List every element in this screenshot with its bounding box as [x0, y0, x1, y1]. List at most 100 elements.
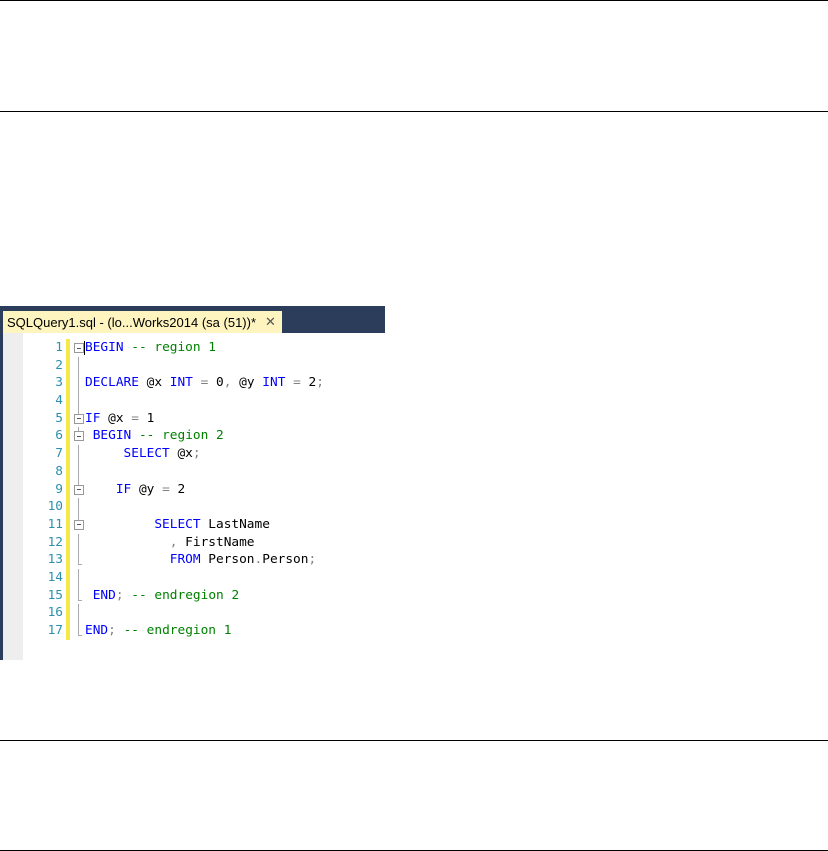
- code-line: 2: [23, 356, 385, 375]
- collapse-region-icon[interactable]: [74, 515, 85, 534]
- change-indicator: [66, 622, 70, 640]
- outline-guide: [74, 604, 85, 622]
- change-indicator: [66, 480, 70, 499]
- keyword-token: INT: [262, 375, 286, 391]
- line-number: 11: [47, 516, 63, 532]
- code-token: 1: [146, 410, 155, 426]
- collapse-region-icon[interactable]: [74, 427, 85, 445]
- collapse-region-icon[interactable]: [74, 409, 85, 428]
- code-token: 2: [177, 481, 186, 497]
- code-token: ;: [115, 587, 124, 603]
- code-token: ,: [169, 534, 186, 550]
- line-number: 8: [55, 463, 63, 479]
- change-indicator: [66, 498, 70, 516]
- code-token: Person: [200, 552, 255, 568]
- keyword-token: SELECT: [123, 446, 170, 462]
- change-indicator: [66, 356, 70, 375]
- code-line: 6 BEGIN -- region 2: [23, 427, 385, 446]
- code-token: =: [131, 410, 147, 426]
- keyword-token: SELECT: [154, 516, 201, 532]
- change-indicator: [66, 392, 70, 410]
- code-line: 15 END; -- endregion 2: [23, 586, 385, 605]
- code-text: , FirstName: [85, 534, 255, 552]
- code-line: 1 BEGIN -- region 1: [23, 339, 385, 357]
- change-indicator: [66, 533, 70, 552]
- outline-guide: [74, 622, 85, 640]
- change-indicator: [66, 604, 70, 622]
- code-token: @x: [169, 446, 193, 462]
- text-cursor: [84, 341, 85, 355]
- line-number: 4: [55, 393, 63, 409]
- outline-guide: [74, 498, 85, 516]
- code-token: =: [285, 375, 309, 391]
- code-text: SELECT @x;: [85, 445, 201, 463]
- line-number: 9: [55, 481, 63, 497]
- change-indicator: [66, 339, 70, 357]
- divider: [0, 111, 828, 112]
- change-indicator: [66, 462, 70, 481]
- document-tab[interactable]: SQLQuery1.sql - (lo...Works2014 (sa (51)…: [3, 311, 282, 333]
- keyword-token: DECLARE: [85, 375, 139, 391]
- code-token: =: [192, 375, 217, 391]
- line-number: 5: [55, 410, 63, 426]
- line-number: 14: [47, 569, 63, 585]
- outline-guide: [74, 462, 85, 481]
- line-number: 15: [47, 587, 63, 603]
- code-line: 3 DECLARE @x INT = 0, @y INT = 2;: [23, 374, 385, 393]
- close-icon[interactable]: ✕: [265, 314, 276, 330]
- outline-guide: [74, 586, 85, 605]
- line-number: 16: [47, 605, 63, 621]
- code-token: FirstName: [185, 534, 255, 550]
- code-line: 8: [23, 462, 385, 481]
- outline-guide: [74, 356, 85, 375]
- keyword-token: INT: [169, 375, 193, 391]
- code-token: ;: [192, 446, 201, 462]
- code-line: 12 , FirstName: [23, 533, 385, 552]
- code-text: BEGIN -- region 1: [85, 339, 216, 357]
- keyword-token: END: [92, 587, 116, 603]
- comment-token: -- endregion 1: [123, 623, 232, 638]
- change-indicator: [66, 427, 70, 446]
- tab-title: SQLQuery1.sql - (lo...Works2014 (sa (51)…: [7, 314, 257, 330]
- change-indicator: [66, 551, 70, 569]
- code-token: @y: [239, 375, 263, 391]
- code-token: Person: [262, 552, 309, 568]
- code-line: 9 IF @y = 2: [23, 480, 385, 499]
- line-number: 6: [55, 428, 63, 444]
- code-token: ;: [108, 623, 116, 638]
- code-line: 5 IF @x = 1: [23, 409, 385, 428]
- code-line: 4: [23, 392, 385, 410]
- outline-guide: [74, 568, 85, 587]
- glyph-margin: [3, 333, 23, 660]
- code-token: =: [162, 481, 178, 497]
- change-indicator: [66, 568, 70, 587]
- change-indicator: [66, 374, 70, 393]
- code-token: @x: [100, 410, 132, 426]
- code-line: 13 FROM Person.Person;: [23, 551, 385, 569]
- code-token: LastName: [200, 516, 270, 532]
- outline-guide: [74, 533, 85, 552]
- code-line: 14: [23, 568, 385, 587]
- line-number: 13: [47, 552, 63, 568]
- code-area[interactable]: 1 BEGIN -- region 1 2 3 DECLARE @x INT = 0, …: [23, 339, 385, 640]
- keyword-token: IF: [115, 481, 132, 497]
- code-text: SELECT LastName: [85, 516, 270, 534]
- code-line: 11 SELECT LastName: [23, 515, 385, 534]
- keyword-token: BEGIN: [92, 428, 132, 444]
- comment-token: -- region 2: [138, 428, 224, 444]
- comment-token: -- region 1: [131, 340, 216, 355]
- collapse-region-icon[interactable]: [74, 480, 85, 499]
- divider: [0, 740, 828, 741]
- keyword-token: FROM: [169, 552, 201, 568]
- outline-guide: [74, 374, 85, 393]
- document-tab-bar: SQLQuery1.sql - (lo...Works2014 (sa (51)…: [0, 306, 385, 333]
- code-token: 0: [216, 375, 224, 391]
- code-token: @y: [131, 481, 163, 497]
- code-token: ;: [308, 552, 317, 568]
